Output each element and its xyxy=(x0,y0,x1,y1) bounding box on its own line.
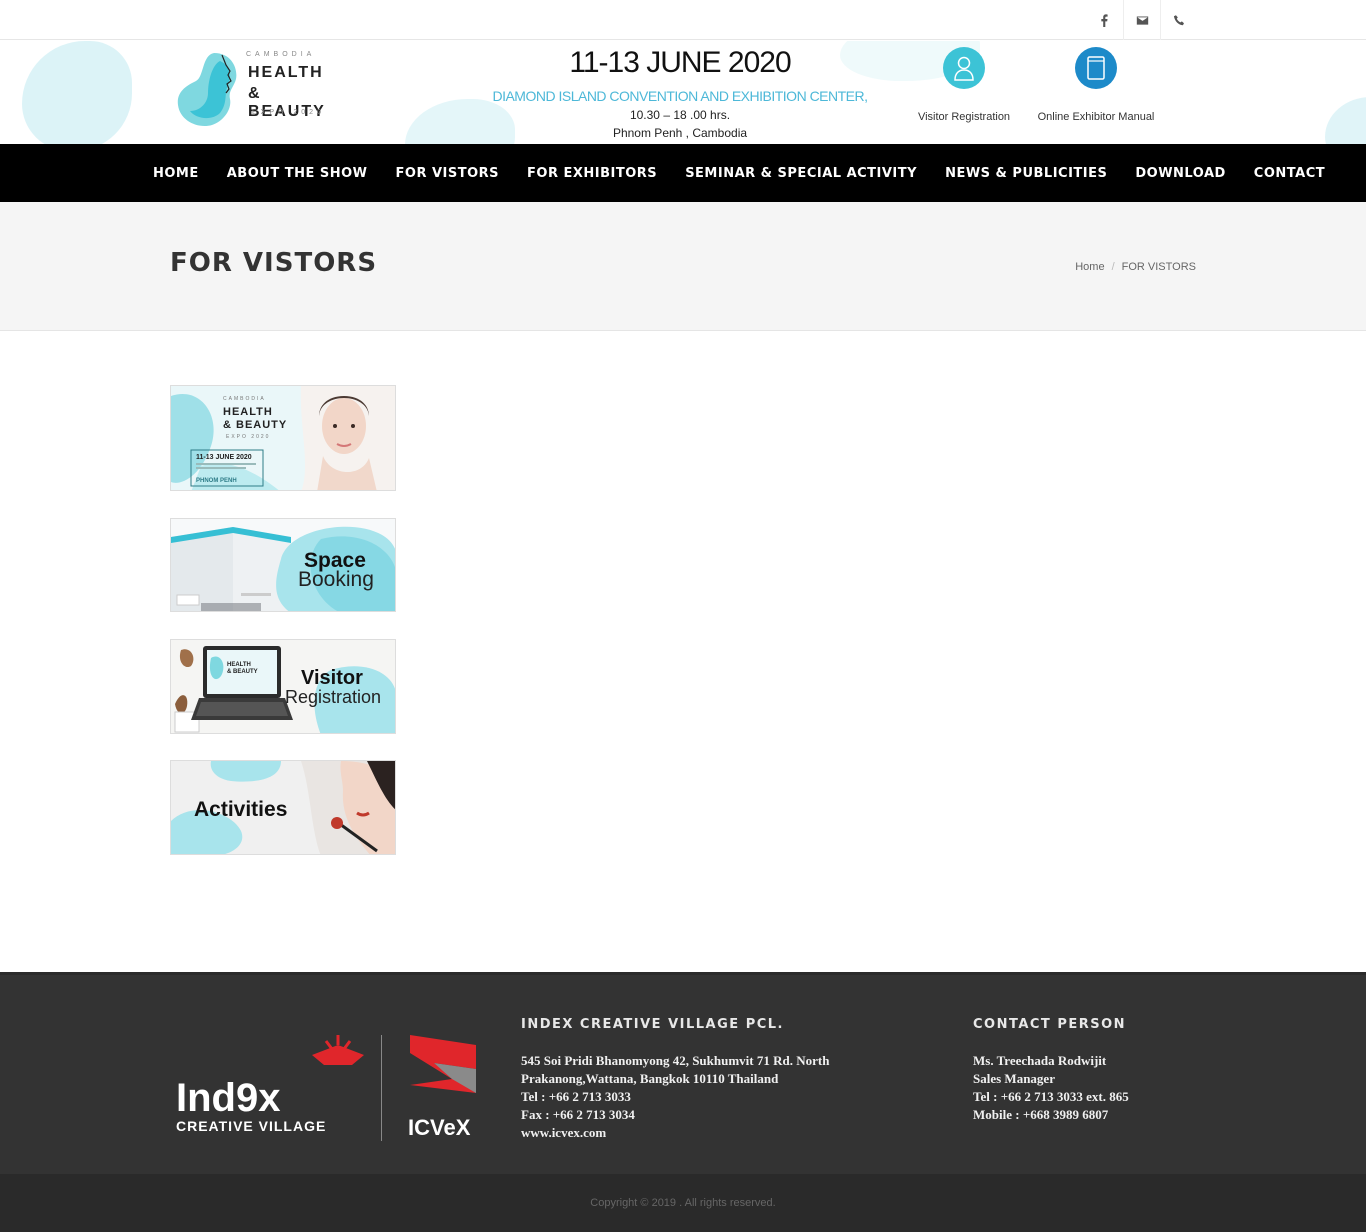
decorative-blob xyxy=(405,99,515,144)
event-date: 11-13 JUNE 2020 xyxy=(569,46,791,79)
exhibitor-manual-button[interactable]: Online Exhibitor Manual xyxy=(1026,47,1166,123)
event-time: 10.30 – 18 .00 hrs. xyxy=(629,108,731,122)
decorative-blob xyxy=(1325,97,1366,144)
logo-face-icon xyxy=(177,53,237,127)
contact-name: Ms. Treechada Rodwijit xyxy=(973,1053,1107,1068)
expo-banner-country: CAMBODIA xyxy=(223,396,266,402)
copyright-bar: Copyright © 2019 . All rights reserved. xyxy=(0,1174,1366,1232)
laptop-screen-text-1: HEALTH xyxy=(227,662,251,668)
laptop-screen-text-2: & BEAUTY xyxy=(227,669,258,675)
expo-banner-line1: HEALTH xyxy=(223,406,273,418)
nav-item-visitors[interactable]: FOR VISTORS xyxy=(382,144,514,202)
visitor-registration-button[interactable]: Visitor Registration xyxy=(894,47,1034,123)
nav-item-about[interactable]: ABOUT THE SHOW xyxy=(213,144,382,202)
activities-label: Activities xyxy=(194,798,287,821)
visitor-registration-line2: Registration xyxy=(285,687,381,707)
nav-item-seminar[interactable]: SEMINAR & SPECIAL ACTIVITY xyxy=(671,144,931,202)
event-venue: DIAMOND ISLAND CONVENTION AND EXHIBITION… xyxy=(492,88,868,104)
logo-country: CAMBODIA xyxy=(246,51,316,58)
user-icon xyxy=(943,47,985,89)
contact-title: Sales Manager xyxy=(973,1071,1055,1086)
expo-banner[interactable]: CAMBODIA HEALTH & BEAUTY EXPO 2020 11-13… xyxy=(170,385,396,491)
visitor-registration-banner[interactable]: HEALTH & BEAUTY Visitor Registration xyxy=(170,639,396,734)
nav-item-home[interactable]: HOME xyxy=(139,144,213,202)
event-city: Phnom Penh , Cambodia xyxy=(612,126,748,140)
main-nav: HOME ABOUT THE SHOW FOR VISTORS FOR EXHI… xyxy=(0,144,1366,202)
book-icon xyxy=(1075,47,1117,89)
copyright-text: Copyright © 2019 . All rights reserved. xyxy=(590,1197,776,1209)
page-title: FOR VISTORS xyxy=(170,248,378,278)
footer-logo-text2: CREATIVE VILLAGE xyxy=(176,1118,326,1134)
site-footer: Ind9x CREATIVE VILLAGE ICVeX INDEX CREAT… xyxy=(0,972,1366,1174)
company-website-link[interactable]: www.icvex.com xyxy=(521,1124,829,1142)
decorative-blob xyxy=(22,41,132,144)
contact-person: CONTACT PERSON Ms. Treechada Rodwijit Sa… xyxy=(973,1017,1129,1124)
space-booking-banner[interactable]: Space Booking xyxy=(170,518,396,612)
site-logo[interactable]: CAMBODIA HEALTH & BEAUTY EXPO 2020 xyxy=(174,45,344,140)
nav-item-news[interactable]: NEWS & PUBLICITIES xyxy=(931,144,1121,202)
contact-mobile: Mobile : +668 3989 6807 xyxy=(973,1107,1109,1122)
mail-icon[interactable] xyxy=(1123,0,1160,40)
company-tel: Tel : +66 2 713 3033 xyxy=(521,1089,631,1104)
expo-banner-date: 11-13 JUNE 2020 xyxy=(196,454,252,461)
top-bar xyxy=(0,0,1366,40)
breadcrumb-separator: / xyxy=(1111,261,1115,273)
logo-edition: EXPO 2020 xyxy=(252,109,325,116)
company-heading: INDEX CREATIVE VILLAGE PCL. xyxy=(521,1017,784,1032)
company-info: INDEX CREATIVE VILLAGE PCL. 545 Soi Prid… xyxy=(521,1017,829,1142)
social-icons xyxy=(1086,0,1197,40)
logo-line1: HEALTH xyxy=(248,64,324,81)
breadcrumb-home[interactable]: Home xyxy=(1075,261,1104,273)
visitor-registration-label: Visitor Registration xyxy=(917,111,1011,123)
site-header: CAMBODIA HEALTH & BEAUTY EXPO 2020 11-13… xyxy=(0,41,1366,144)
page-title-bar: FOR VISTORS Home / FOR VISTORS xyxy=(0,202,1366,331)
facebook-icon[interactable] xyxy=(1086,0,1123,40)
space-booking-line2: Booking xyxy=(298,568,374,591)
nav-item-download[interactable]: DOWNLOAD xyxy=(1121,144,1239,202)
footer-logo-text1: Ind9x xyxy=(176,1076,280,1120)
expo-banner-edition: EXPO 2020 xyxy=(226,434,270,440)
nav-item-exhibitors[interactable]: FOR EXHIBITORS xyxy=(513,144,671,202)
nav-item-contact[interactable]: CONTACT xyxy=(1240,144,1339,202)
footer-logo: Ind9x CREATIVE VILLAGE ICVeX xyxy=(176,1031,481,1150)
exhibitor-manual-label: Online Exhibitor Manual xyxy=(1037,111,1155,123)
company-fax: Fax : +66 2 713 3034 xyxy=(521,1107,635,1122)
footer-logo-text3: ICVeX xyxy=(408,1115,471,1140)
company-address-line1: 545 Soi Pridi Bhanomyong 42, Sukhumvit 7… xyxy=(521,1053,830,1068)
activities-banner[interactable]: Activities xyxy=(170,760,396,855)
expo-banner-line2: & BEAUTY xyxy=(223,419,287,431)
expo-banner-city: PHNOM PENH xyxy=(196,478,237,484)
company-address-line2: Prakanong,Wattana, Bangkok 10110 Thailan… xyxy=(521,1071,779,1086)
contact-tel: Tel : +66 2 713 3033 ext. 865 xyxy=(973,1089,1129,1104)
contact-heading: CONTACT PERSON xyxy=(973,1017,1127,1032)
phone-icon[interactable] xyxy=(1160,0,1197,40)
visitor-registration-line1: Visitor xyxy=(301,667,363,689)
breadcrumb: Home / FOR VISTORS xyxy=(1075,261,1196,273)
breadcrumb-current: FOR VISTORS xyxy=(1121,261,1196,273)
